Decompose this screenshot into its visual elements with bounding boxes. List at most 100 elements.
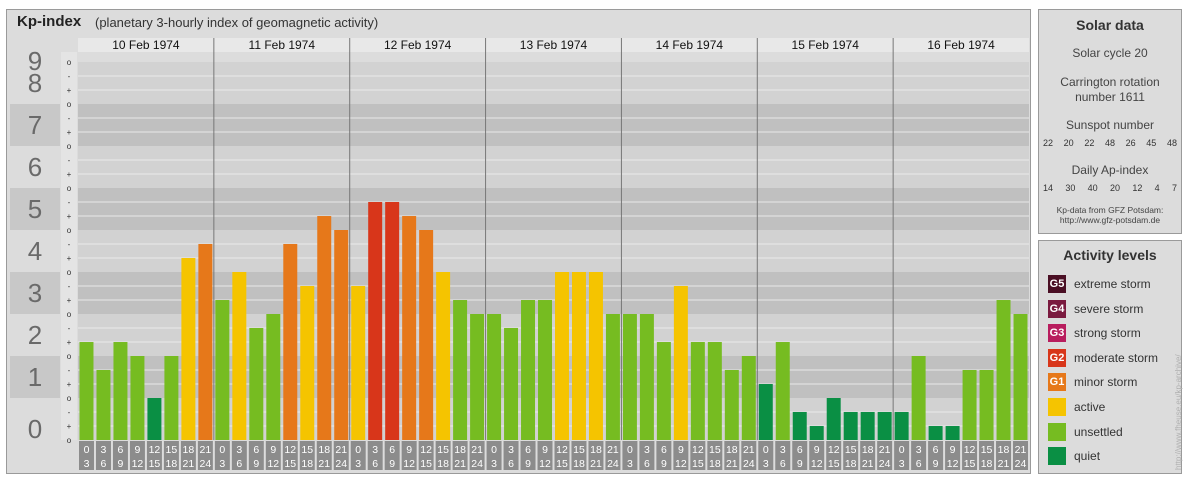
- hour-label-end: 6: [508, 458, 514, 470]
- hour-label-end: 3: [355, 458, 361, 470]
- minor-tick-label: -: [68, 198, 71, 207]
- hour-label-start: 9: [678, 444, 684, 456]
- hour-label-start: 6: [933, 444, 939, 456]
- day-label: 11 Feb 1974: [249, 38, 316, 52]
- hour-label-end: 18: [166, 458, 178, 470]
- legend-item: G2 moderate storm: [1048, 348, 1158, 368]
- hour-label-start: 15: [573, 444, 585, 456]
- legend-item: unsettled: [1048, 422, 1123, 442]
- watermark-url: http://www.fheuse.eu/kp-archive/: [1174, 354, 1183, 470]
- legend-label: severe storm: [1074, 301, 1144, 316]
- kp-bar: [962, 369, 977, 440]
- kp-bar: [928, 426, 943, 440]
- hour-label-start: 9: [406, 444, 412, 456]
- ap-value: 4: [1154, 183, 1160, 193]
- kp-bar: [1013, 314, 1028, 440]
- kp-bar: [334, 230, 349, 440]
- legend-swatch: G1: [1048, 373, 1066, 392]
- kp-bar: [215, 300, 230, 440]
- hour-label-start: 6: [525, 444, 531, 456]
- legend-item: G3 strong storm: [1048, 323, 1141, 343]
- kp-bar: [894, 411, 909, 440]
- kp-band: [78, 62, 1029, 104]
- legend-swatch: [1048, 422, 1066, 441]
- kp-bar: [656, 342, 671, 440]
- y-tick-label: 5: [28, 194, 42, 224]
- hour-label-end: 15: [964, 458, 976, 470]
- hour-label-end: 6: [780, 458, 786, 470]
- ap-value: 30: [1065, 183, 1076, 193]
- minor-tick-label: +: [67, 170, 72, 179]
- hour-label-end: 24: [743, 458, 755, 470]
- hour-label-end: 18: [709, 458, 721, 470]
- kp-bar: [775, 342, 790, 440]
- hour-label-start: 21: [1015, 444, 1027, 456]
- minor-tick-label: o: [67, 58, 72, 67]
- kp-bar: [724, 369, 739, 440]
- hour-label-end: 24: [200, 458, 212, 470]
- activity-levels-title: Activity levels: [1063, 247, 1157, 263]
- kp-bar: [741, 356, 756, 440]
- minor-tick-label: +: [67, 128, 72, 137]
- kp-bar: [571, 272, 586, 440]
- hour-label-end: 15: [420, 458, 432, 470]
- hour-label-start: 3: [101, 444, 107, 456]
- minor-tick-label: +: [67, 254, 72, 263]
- hour-label-start: 9: [135, 444, 141, 456]
- hour-label-end: 21: [590, 458, 602, 470]
- legend-label: unsettled: [1074, 424, 1123, 439]
- minor-tick-label: -: [68, 114, 71, 123]
- kp-band: [78, 146, 1029, 188]
- hour-label-end: 9: [389, 458, 395, 470]
- hour-label-end: 9: [797, 458, 803, 470]
- y-tick-label: 0: [28, 414, 42, 444]
- legend-label: extreme storm: [1074, 277, 1151, 291]
- kp-bar: [605, 314, 620, 440]
- legend-item: G4 severe storm: [1048, 299, 1143, 319]
- activity-levels-panel: Activity levels G5 extreme storm G4 severe …: [1038, 240, 1182, 474]
- kp-bar: [419, 230, 434, 440]
- minor-tick-label: +: [67, 380, 72, 389]
- minor-tick-label: o: [67, 352, 72, 361]
- hour-label-end: 24: [335, 458, 347, 470]
- minor-tick-label: -: [68, 366, 71, 375]
- data-source-link[interactable]: http://www.gfz-potsdam.de: [1039, 215, 1181, 225]
- hour-label-start: 6: [661, 444, 667, 456]
- hour-label-end: 3: [627, 458, 633, 470]
- minor-tick-label: -: [68, 282, 71, 291]
- hour-label-start: 21: [607, 444, 619, 456]
- hour-label-start: 6: [389, 444, 395, 456]
- hour-label-end: 24: [879, 458, 891, 470]
- hour-label-start: 0: [627, 444, 633, 456]
- kp-bar: [521, 300, 536, 440]
- y-tick-label: 7: [28, 110, 42, 140]
- legend-item: G5 extreme storm: [1048, 274, 1151, 294]
- hour-label-start: 12: [692, 444, 704, 456]
- ap-value: 7: [1171, 183, 1177, 193]
- ap-value: 20: [1109, 183, 1120, 193]
- hour-label-start: 12: [284, 444, 296, 456]
- hour-label-start: 3: [644, 444, 650, 456]
- kp-bar: [860, 411, 875, 440]
- kp-band: [78, 230, 1029, 272]
- hour-label-end: 15: [149, 458, 161, 470]
- kp-bar: [147, 398, 162, 440]
- hour-label-start: 18: [726, 444, 738, 456]
- kp-bar: [792, 411, 807, 440]
- hour-label-end: 3: [763, 458, 769, 470]
- hour-label-start: 3: [372, 444, 378, 456]
- kp-bar: [164, 356, 179, 440]
- ap-value: 40: [1087, 183, 1098, 193]
- ap-values: 14 30 40 20 12 4 7: [1043, 183, 1177, 193]
- hour-label-end: 24: [471, 458, 483, 470]
- kp-bar: [79, 342, 94, 440]
- kp-bar: [588, 272, 603, 440]
- ap-index-title: Daily Ap-index: [1071, 163, 1149, 177]
- sunspot-values: 22 20 22 48 26 45 48: [1043, 138, 1177, 148]
- kp-bar: [385, 201, 400, 440]
- sunspot-value: 20: [1063, 138, 1074, 148]
- hour-label-start: 6: [797, 444, 803, 456]
- hour-label-start: 6: [118, 444, 124, 456]
- hour-label-start: 18: [590, 444, 602, 456]
- hour-label-end: 12: [811, 458, 823, 470]
